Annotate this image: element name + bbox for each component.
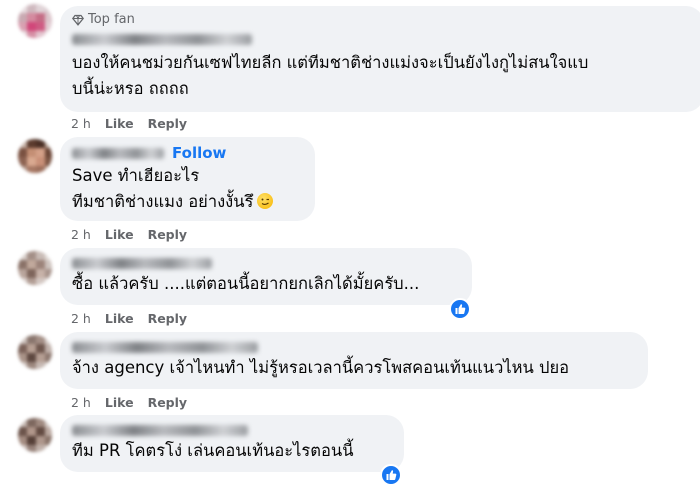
diamond-icon xyxy=(72,14,84,26)
reply-button[interactable]: Reply xyxy=(148,227,187,242)
comment-text: Save ทำเฮียอะไร ทีมชาติช่างแมง อย่างงั้น… xyxy=(72,163,303,215)
like-button[interactable]: Like xyxy=(105,311,134,326)
timestamp[interactable]: 2 h xyxy=(71,395,91,410)
commenter-name[interactable] xyxy=(72,257,212,269)
like-button[interactable]: Like xyxy=(105,116,134,131)
timestamp[interactable]: 2 h xyxy=(71,311,91,326)
like-button[interactable]: Like xyxy=(105,395,134,410)
comment-text: จ้าง agency เจ้าไหนทำ ไม่รู้หรอเวลานี้คว… xyxy=(72,358,570,377)
smirk-emoji-icon xyxy=(257,193,274,209)
comment-actions: 2 h Like Reply xyxy=(71,395,187,410)
avatar[interactable] xyxy=(18,4,52,38)
comment-actions: 2 h Like Reply xyxy=(71,116,187,131)
comment-actions: 2 h Like Reply xyxy=(71,311,187,326)
commenter-name[interactable] xyxy=(72,147,164,159)
avatar[interactable] xyxy=(18,335,52,369)
comment-bubble: ซื้อ แล้วครับ ....แต่ตอนนี้อยากยกเลิกได้… xyxy=(60,248,472,305)
avatar[interactable] xyxy=(18,251,52,285)
reply-button[interactable]: Reply xyxy=(148,116,187,131)
comment-bubble: Top fan บองให้คนชม่วยกันเซฟไทยลีก แต่ทีม… xyxy=(60,6,700,112)
comment-bubble: จ้าง agency เจ้าไหนทำ ไม่รู้หรอเวลานี้คว… xyxy=(60,332,648,389)
comment-text: บองให้คนชม่วยกันเซฟไทยลีก แต่ทีมชาติช่าง… xyxy=(72,53,589,98)
commenter-name[interactable] xyxy=(72,424,248,436)
like-button[interactable]: Like xyxy=(105,227,134,242)
follow-button[interactable]: Follow xyxy=(172,144,226,162)
comment-bubble: ทีม PR โคตรโง่ เล่นคอนเท้นอะไรตอนนี้ xyxy=(60,415,404,472)
like-reaction-icon[interactable] xyxy=(449,298,471,320)
comment-text: ซื้อ แล้วครับ ....แต่ตอนนี้อยากยกเลิกได้… xyxy=(72,274,420,293)
comment-bubble: Follow Save ทำเฮียอะไร ทีมชาติช่างแมง อย… xyxy=(60,137,315,221)
avatar[interactable] xyxy=(18,418,52,452)
avatar[interactable] xyxy=(18,139,52,173)
comment-actions: 2 h Like Reply xyxy=(71,227,187,242)
reply-button[interactable]: Reply xyxy=(148,395,187,410)
top-fan-badge: Top fan xyxy=(72,12,692,28)
like-reaction-icon[interactable] xyxy=(380,464,402,486)
comment-text: ทีม PR โคตรโง่ เล่นคอนเท้นอะไรตอนนี้ xyxy=(72,441,354,460)
commenter-name[interactable] xyxy=(72,341,258,353)
commenter-name[interactable] xyxy=(72,33,252,45)
timestamp[interactable]: 2 h xyxy=(71,116,91,131)
timestamp[interactable]: 2 h xyxy=(71,227,91,242)
top-fan-label: Top fan xyxy=(88,12,135,27)
reply-button[interactable]: Reply xyxy=(148,311,187,326)
